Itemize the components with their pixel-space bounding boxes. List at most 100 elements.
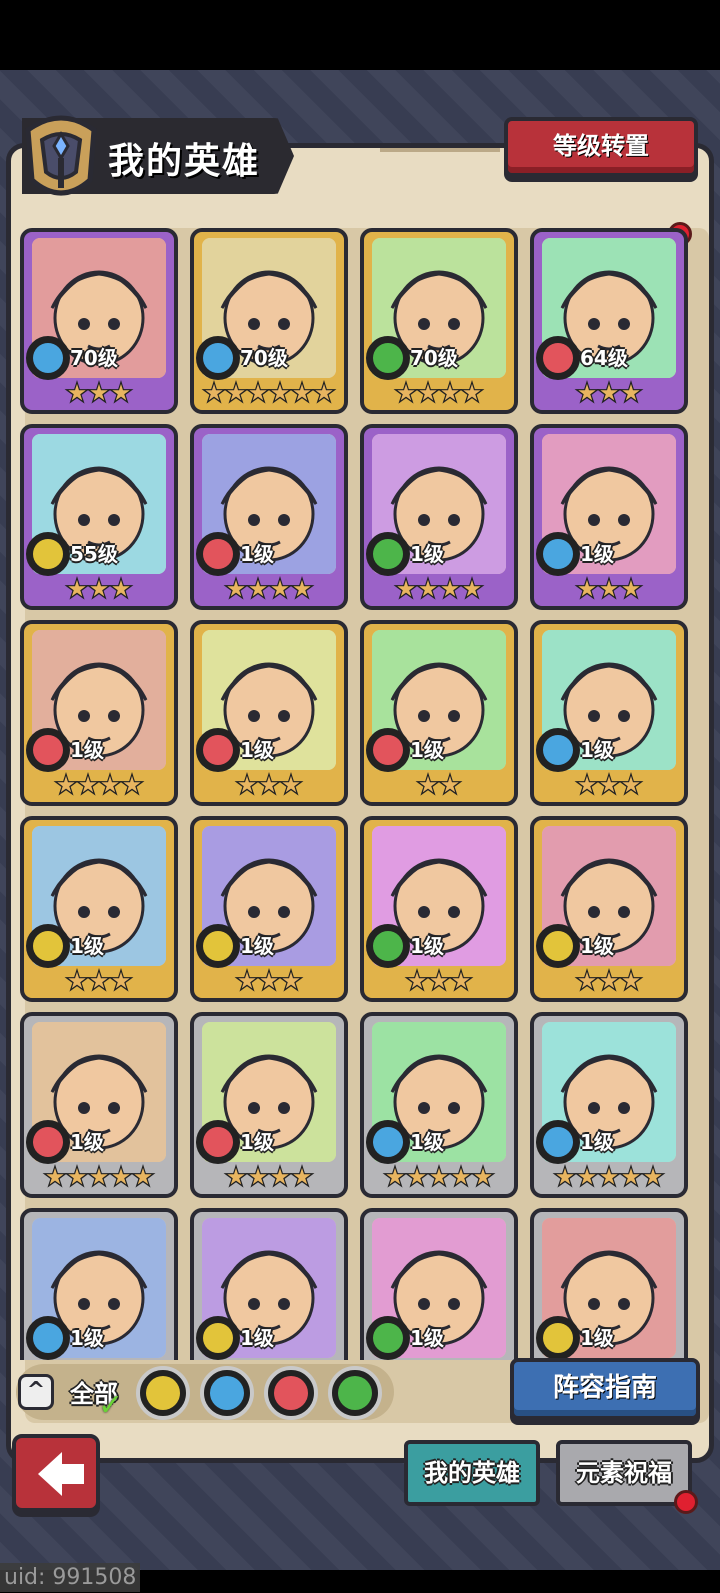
- earth-element-icon: [26, 924, 70, 968]
- earth-element-icon: [536, 924, 580, 968]
- filter-fire-button[interactable]: [264, 1366, 318, 1420]
- hero-stars: [194, 968, 344, 998]
- tab-element-blessing[interactable]: 元素祝福: [556, 1440, 692, 1506]
- tab-my-heroes[interactable]: 我的英雄: [404, 1440, 540, 1506]
- star-icon: [108, 1164, 134, 1188]
- hero-card[interactable]: 1级: [190, 1012, 348, 1198]
- filter-wind-button[interactable]: [328, 1366, 382, 1420]
- star-icon: [618, 576, 644, 600]
- game-screen: 我的英雄 等级转置 70级 70级 70级 64级 55级 1级 1级 1级 1级 1级 1级 1级 1…: [0, 0, 720, 1593]
- hero-card[interactable]: 1级: [20, 1208, 178, 1360]
- hero-level: 64级: [580, 346, 628, 370]
- wind-element-icon: [366, 532, 410, 576]
- hero-stars: [534, 1164, 684, 1194]
- fire-element-icon: [196, 532, 240, 576]
- hero-card[interactable]: 1级: [360, 816, 518, 1002]
- star-icon: [618, 380, 644, 404]
- star-icon: [459, 576, 485, 600]
- water-element-icon: [210, 1376, 244, 1410]
- hero-level: 1级: [580, 1326, 614, 1350]
- filter-earth-button[interactable]: [136, 1366, 190, 1420]
- star-icon: [404, 968, 430, 992]
- star-icon: [574, 968, 600, 992]
- wind-element-icon: [366, 1316, 410, 1360]
- star-icon: [64, 968, 90, 992]
- fire-element-icon: [196, 1120, 240, 1164]
- star-icon: [596, 772, 622, 796]
- star-icon: [108, 968, 134, 992]
- fire-element-icon: [26, 1120, 70, 1164]
- hero-stars: [194, 772, 344, 802]
- star-icon: [289, 1164, 315, 1188]
- hero-stars: [194, 1164, 344, 1194]
- star-icon: [245, 576, 271, 600]
- filter-water-button[interactable]: [200, 1366, 254, 1420]
- star-icon: [267, 380, 293, 404]
- hero-level: 1级: [70, 1326, 104, 1350]
- hero-card[interactable]: 1级: [190, 816, 348, 1002]
- hero-card[interactable]: 1级: [20, 1012, 178, 1198]
- star-icon: [552, 1164, 578, 1188]
- star-icon: [415, 772, 441, 796]
- star-icon: [574, 1164, 600, 1188]
- collapse-button[interactable]: ^: [18, 1374, 54, 1410]
- hero-card[interactable]: 1级: [530, 620, 688, 806]
- star-icon: [119, 772, 145, 796]
- star-icon: [574, 380, 600, 404]
- hero-level: 1级: [70, 934, 104, 958]
- hero-card[interactable]: 1级: [530, 1012, 688, 1198]
- hero-card[interactable]: 1级: [190, 1208, 348, 1360]
- star-icon: [223, 380, 249, 404]
- star-icon: [289, 576, 315, 600]
- hero-card[interactable]: 1级: [360, 1208, 518, 1360]
- hero-stars: [364, 1164, 514, 1194]
- star-icon: [223, 1164, 249, 1188]
- hero-stars: [534, 772, 684, 802]
- star-icon: [42, 1164, 68, 1188]
- hero-card[interactable]: 70级: [360, 228, 518, 414]
- star-icon: [393, 380, 419, 404]
- star-icon: [86, 576, 112, 600]
- earth-element-icon: [196, 924, 240, 968]
- hero-card[interactable]: 1级: [530, 816, 688, 1002]
- star-icon: [289, 380, 315, 404]
- hero-stars: [24, 380, 174, 410]
- star-icon: [64, 1164, 90, 1188]
- star-icon: [267, 576, 293, 600]
- star-icon: [86, 968, 112, 992]
- star-icon: [278, 968, 304, 992]
- hero-level: 1级: [240, 1326, 274, 1350]
- hero-card[interactable]: 70级: [20, 228, 178, 414]
- fire-element-icon: [536, 336, 580, 380]
- water-element-icon: [26, 336, 70, 380]
- earth-element-icon: [536, 1316, 580, 1360]
- hero-card[interactable]: 1级: [20, 816, 178, 1002]
- hero-card[interactable]: 1级: [530, 1208, 688, 1360]
- hero-level: 1级: [580, 1130, 614, 1154]
- hero-level: 55级: [70, 542, 118, 566]
- lineup-guide-button[interactable]: 阵容指南: [510, 1358, 700, 1420]
- hero-card[interactable]: 64级: [530, 228, 688, 414]
- hero-card[interactable]: 1级: [190, 620, 348, 806]
- star-icon: [278, 772, 304, 796]
- level-transfer-button[interactable]: 等级转置: [504, 117, 698, 177]
- hero-stars: [194, 576, 344, 606]
- star-icon: [223, 576, 249, 600]
- star-icon: [53, 772, 79, 796]
- hero-card[interactable]: 70级: [190, 228, 348, 414]
- hero-card[interactable]: 55级: [20, 424, 178, 610]
- back-button[interactable]: [12, 1434, 100, 1512]
- water-element-icon: [26, 1316, 70, 1360]
- hero-card[interactable]: 1级: [360, 424, 518, 610]
- hero-card[interactable]: 1级: [20, 620, 178, 806]
- hero-card[interactable]: 1级: [360, 1012, 518, 1198]
- uid-label: uid: 991508: [0, 1563, 141, 1592]
- hero-level: 1级: [410, 1130, 444, 1154]
- star-icon: [245, 380, 271, 404]
- hero-level: 1级: [580, 542, 614, 566]
- hero-card[interactable]: 1级: [530, 424, 688, 610]
- hero-stars: [534, 576, 684, 606]
- hero-stars: [534, 380, 684, 410]
- hero-card[interactable]: 1级: [360, 620, 518, 806]
- hero-card[interactable]: 1级: [190, 424, 348, 610]
